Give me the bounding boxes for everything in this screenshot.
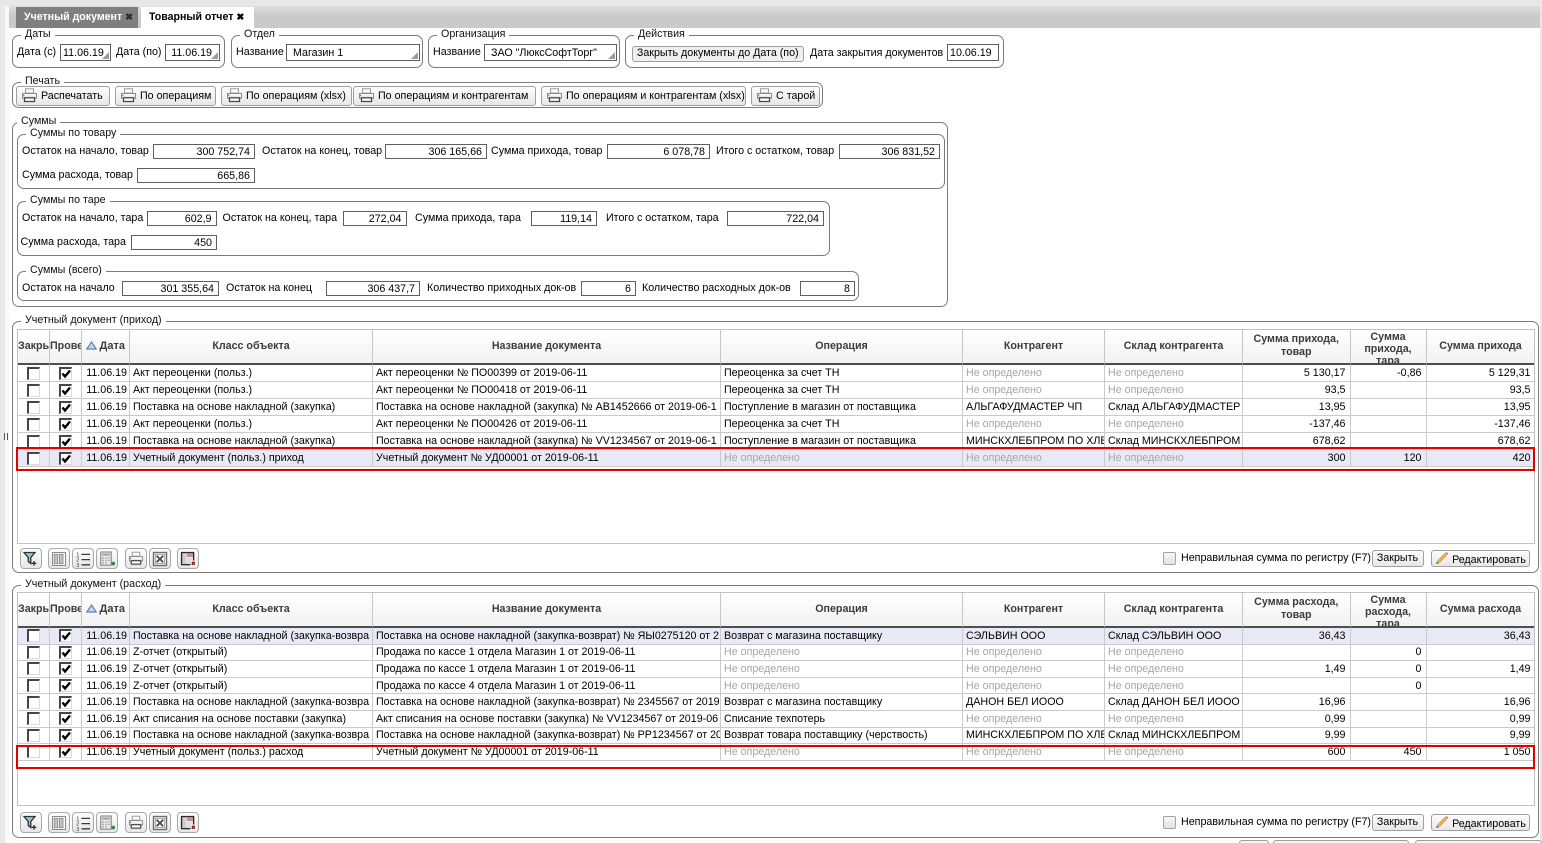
svg-text:3: 3 (76, 562, 79, 566)
svg-text:3: 3 (76, 826, 79, 830)
